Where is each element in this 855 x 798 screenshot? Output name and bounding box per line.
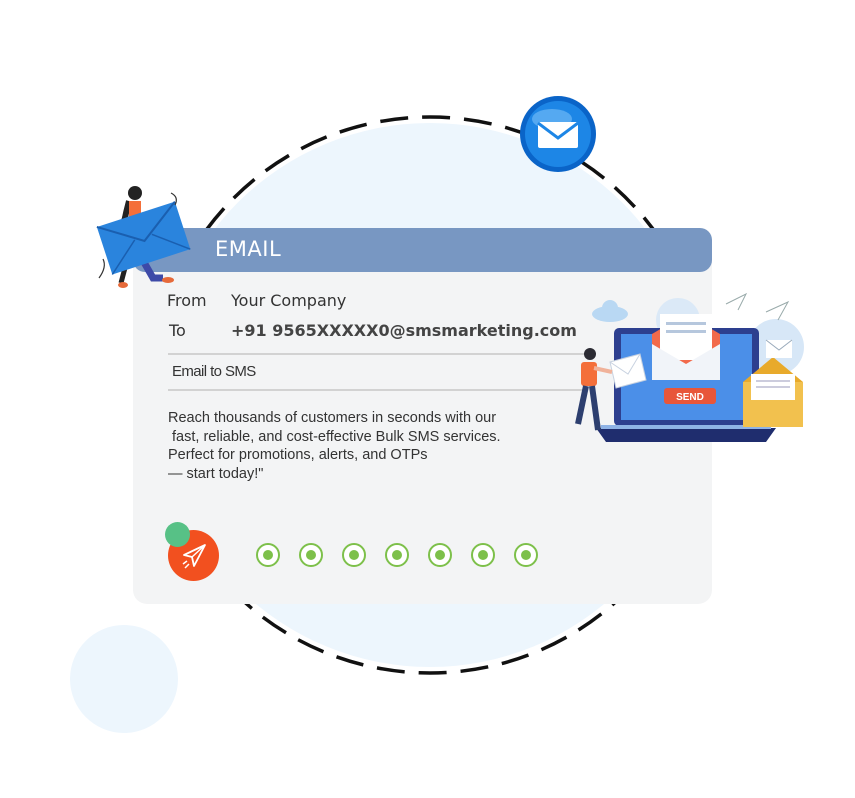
email-header-title: EMAIL — [215, 237, 282, 261]
from-value[interactable]: Your Company — [231, 291, 346, 310]
to-label: To — [169, 321, 186, 340]
from-label: From — [167, 291, 207, 310]
progress-dot — [299, 543, 323, 567]
progress-dot — [256, 543, 280, 567]
woman-envelope-illustration — [96, 186, 191, 288]
progress-dot — [471, 543, 495, 567]
decor-circle — [70, 625, 178, 733]
progress-dot — [342, 543, 366, 567]
mail-globe-icon — [520, 96, 596, 172]
message-body[interactable]: Reach thousands of customers in seconds … — [168, 409, 501, 483]
progress-dot — [385, 543, 409, 567]
laptop-send-illustration: SEND — [575, 292, 804, 442]
divider-top — [168, 353, 588, 355]
progress-dot — [428, 543, 452, 567]
divider-bottom — [168, 389, 588, 391]
paper-plane-icon — [182, 544, 206, 569]
to-value[interactable]: +91 9565XXXXX0@smsmarketing.com — [231, 321, 577, 340]
laptop-send-label: SEND — [676, 392, 704, 403]
online-indicator — [165, 522, 190, 547]
progress-dot — [514, 543, 538, 567]
cloud-icon — [592, 300, 628, 322]
subject-field[interactable]: Email to SMS — [172, 363, 256, 380]
